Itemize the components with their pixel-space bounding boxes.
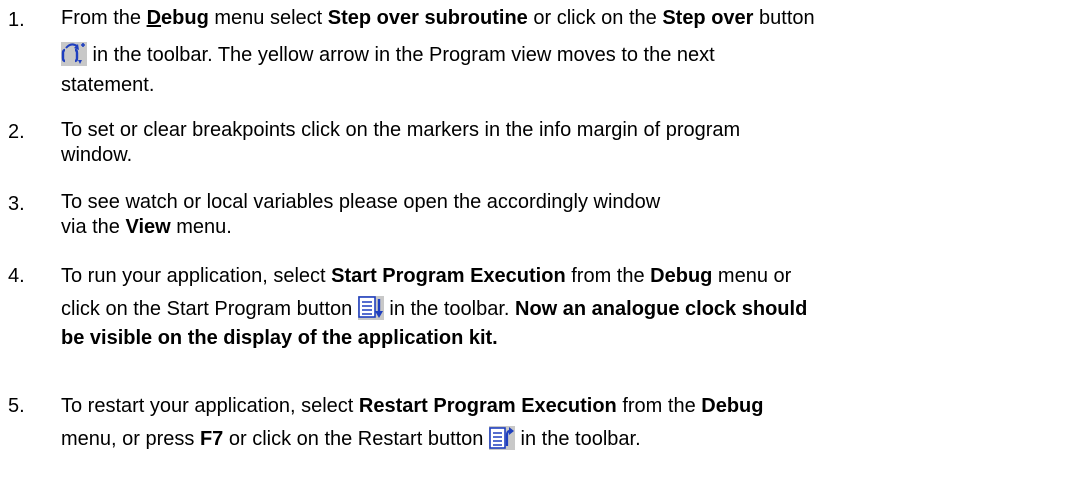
- step-text: From the Debug menu select Step over sub…: [61, 7, 815, 96]
- instruction-list: 1. From the Debug menu select Step over …: [0, 0, 1077, 480]
- step-number: 1.: [8, 9, 25, 31]
- command-restart-program-execution: Restart Program Execution: [358, 395, 617, 417]
- start-program-icon: [357, 296, 384, 320]
- f7-key: F7: [199, 428, 224, 450]
- command-step-over-subroutine: Step over subroutine: [327, 7, 528, 29]
- debug-menu: Debug: [701, 395, 764, 417]
- command-start-program-execution: Start Program Execution: [331, 265, 566, 287]
- expected-result-note: Now an analogue clock should: [515, 298, 808, 320]
- step-number: 4.: [8, 265, 25, 287]
- step-text: To see watch or local variables please o…: [61, 191, 661, 238]
- step-over-icon: [61, 42, 87, 66]
- debug-menu: Debug: [650, 265, 713, 287]
- view-menu: View: [125, 216, 171, 238]
- restart-icon: [488, 426, 515, 450]
- step-number: 2.: [8, 121, 25, 143]
- command-step-over: Step over: [662, 7, 754, 29]
- debug-menu-accelerator: D: [146, 7, 162, 29]
- step-text: To set or clear breakpoints click on the…: [61, 119, 741, 166]
- step-text: To restart your application, select Rest…: [61, 395, 764, 450]
- step-number: 3.: [8, 193, 25, 215]
- step-number: 5.: [8, 395, 25, 417]
- step-text: To run your application, select Start Pr…: [61, 265, 808, 349]
